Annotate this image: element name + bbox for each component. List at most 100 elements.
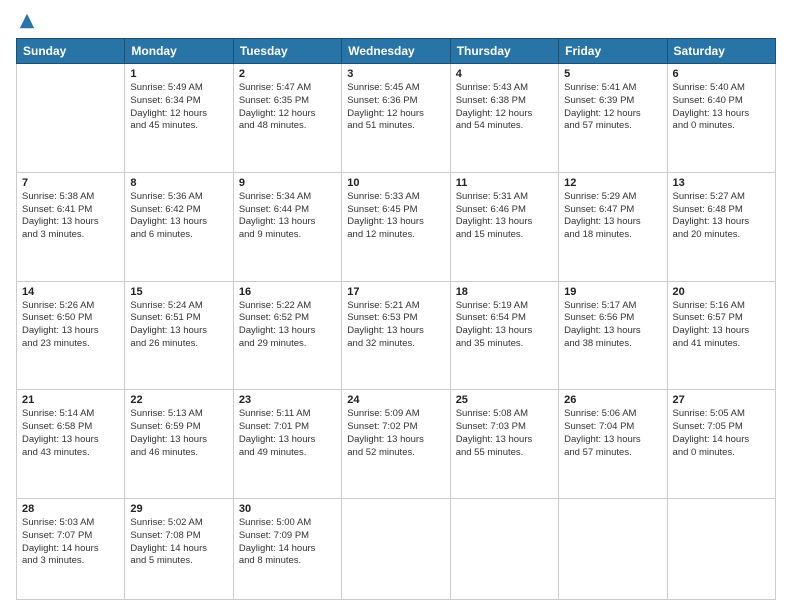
calendar-cell: 2Sunrise: 5:47 AMSunset: 6:35 PMDaylight… bbox=[233, 64, 341, 173]
day-info: Sunrise: 5:45 AMSunset: 6:36 PMDaylight:… bbox=[347, 82, 444, 133]
weekday-header-thursday: Thursday bbox=[450, 39, 558, 64]
weekday-header-sunday: Sunday bbox=[17, 39, 125, 64]
day-info: Sunrise: 5:16 AMSunset: 6:57 PMDaylight:… bbox=[673, 300, 770, 351]
calendar-cell: 26 Sunrise: 5:06 AMSunset: 7:04 PMDayligh… bbox=[559, 390, 667, 499]
day-info: Sunrise: 5:38 AMSunset: 6:41 PMDaylight:… bbox=[22, 191, 119, 242]
calendar-cell: 27 Sunrise: 5:05 AMSunset: 7:05 PMDayligh… bbox=[667, 390, 775, 499]
day-info: Sunrise: 5:17 AMSunset: 6:56 PMDaylight:… bbox=[564, 300, 661, 351]
calendar-cell: 3 Sunrise: 5:45 AMSunset: 6:36 PMDaylight… bbox=[342, 64, 450, 173]
calendar-cell bbox=[559, 499, 667, 600]
calendar-week-5: 28 Sunrise: 5:03 AMSunset: 7:07 PMDayligh… bbox=[17, 499, 776, 600]
day-info: Sunrise: 5:36 AMSunset: 6:42 PMDaylight:… bbox=[130, 191, 227, 242]
day-info: Sunrise: 5:43 AMSunset: 6:38 PMDaylight:… bbox=[456, 82, 553, 133]
calendar-cell: 22 Sunrise: 5:13 AMSunset: 6:59 PMDayligh… bbox=[125, 390, 233, 499]
calendar-cell: 24 Sunrise: 5:09 AMSunset: 7:02 PMDayligh… bbox=[342, 390, 450, 499]
logo bbox=[16, 12, 36, 30]
day-number: 28 bbox=[22, 503, 119, 515]
calendar-cell: 29 Sunrise: 5:02 AMSunset: 7:08 PMDayligh… bbox=[125, 499, 233, 600]
calendar-cell: 16Sunrise: 5:22 AMSunset: 6:52 PMDayligh… bbox=[233, 281, 341, 390]
day-number: 23 bbox=[239, 394, 336, 406]
day-info: Sunrise: 5:27 AMSunset: 6:48 PMDaylight:… bbox=[673, 191, 770, 242]
weekday-header-wednesday: Wednesday bbox=[342, 39, 450, 64]
calendar-cell: 9 Sunrise: 5:34 AMSunset: 6:44 PMDaylight… bbox=[233, 172, 341, 281]
day-info: Sunrise: 5:14 AMSunset: 6:58 PMDaylight:… bbox=[22, 408, 119, 459]
calendar-cell: 28 Sunrise: 5:03 AMSunset: 7:07 PMDayligh… bbox=[17, 499, 125, 600]
day-number: 13 bbox=[673, 177, 770, 189]
day-info: Sunrise: 5:03 AMSunset: 7:07 PMDaylight:… bbox=[22, 517, 119, 568]
calendar-table: SundayMondayTuesdayWednesdayThursdayFrid… bbox=[16, 38, 776, 600]
day-info: Sunrise: 5:33 AMSunset: 6:45 PMDaylight:… bbox=[347, 191, 444, 242]
day-info: Sunrise: 5:13 AMSunset: 6:59 PMDaylight:… bbox=[130, 408, 227, 459]
calendar-cell: 18 Sunrise: 5:19 AMSunset: 6:54 PMDayligh… bbox=[450, 281, 558, 390]
day-number: 6 bbox=[673, 68, 770, 80]
page: SundayMondayTuesdayWednesdayThursdayFrid… bbox=[0, 0, 792, 612]
day-number: 9 bbox=[239, 177, 336, 189]
day-info: Sunrise: 5:22 AMSunset: 6:52 PMDaylight:… bbox=[239, 300, 336, 351]
calendar-cell: 23 Sunrise: 5:11 AMSunset: 7:01 PMDayligh… bbox=[233, 390, 341, 499]
day-info: Sunrise: 5:08 AMSunset: 7:03 PMDaylight:… bbox=[456, 408, 553, 459]
calendar-cell: 7 Sunrise: 5:38 AMSunset: 6:41 PMDaylight… bbox=[17, 172, 125, 281]
day-info: Sunrise: 5:11 AMSunset: 7:01 PMDaylight:… bbox=[239, 408, 336, 459]
day-number: 4 bbox=[456, 68, 553, 80]
day-number: 19 bbox=[564, 286, 661, 298]
day-info: Sunrise: 5:49 AMSunset: 6:34 PMDaylight:… bbox=[130, 82, 227, 133]
calendar-cell: 6Sunrise: 5:40 AMSunset: 6:40 PMDaylight… bbox=[667, 64, 775, 173]
day-info: Sunrise: 5:06 AMSunset: 7:04 PMDaylight:… bbox=[564, 408, 661, 459]
day-number: 26 bbox=[564, 394, 661, 406]
weekday-header-friday: Friday bbox=[559, 39, 667, 64]
calendar-cell: 13 Sunrise: 5:27 AMSunset: 6:48 PMDayligh… bbox=[667, 172, 775, 281]
calendar-week-3: 14Sunrise: 5:26 AMSunset: 6:50 PMDayligh… bbox=[17, 281, 776, 390]
day-info: Sunrise: 5:05 AMSunset: 7:05 PMDaylight:… bbox=[673, 408, 770, 459]
calendar-cell: 17 Sunrise: 5:21 AMSunset: 6:53 PMDayligh… bbox=[342, 281, 450, 390]
day-info: Sunrise: 5:00 AMSunset: 7:09 PMDaylight:… bbox=[239, 517, 336, 568]
day-number: 1 bbox=[130, 68, 227, 80]
calendar-cell: 30 Sunrise: 5:00 AMSunset: 7:09 PMDayligh… bbox=[233, 499, 341, 600]
calendar-cell: 11 Sunrise: 5:31 AMSunset: 6:46 PMDayligh… bbox=[450, 172, 558, 281]
calendar-week-2: 7 Sunrise: 5:38 AMSunset: 6:41 PMDaylight… bbox=[17, 172, 776, 281]
calendar-cell bbox=[450, 499, 558, 600]
day-info: Sunrise: 5:29 AMSunset: 6:47 PMDaylight:… bbox=[564, 191, 661, 242]
day-number: 18 bbox=[456, 286, 553, 298]
calendar-week-1: 1 Sunrise: 5:49 AMSunset: 6:34 PMDaylight… bbox=[17, 64, 776, 173]
weekday-header-saturday: Saturday bbox=[667, 39, 775, 64]
day-number: 14 bbox=[22, 286, 119, 298]
calendar-cell bbox=[667, 499, 775, 600]
day-info: Sunrise: 5:34 AMSunset: 6:44 PMDaylight:… bbox=[239, 191, 336, 242]
weekday-header-row: SundayMondayTuesdayWednesdayThursdayFrid… bbox=[17, 39, 776, 64]
calendar-cell: 20 Sunrise: 5:16 AMSunset: 6:57 PMDayligh… bbox=[667, 281, 775, 390]
day-number: 27 bbox=[673, 394, 770, 406]
calendar-cell: 10 Sunrise: 5:33 AMSunset: 6:45 PMDayligh… bbox=[342, 172, 450, 281]
header bbox=[16, 12, 776, 30]
day-info: Sunrise: 5:21 AMSunset: 6:53 PMDaylight:… bbox=[347, 300, 444, 351]
day-number: 2 bbox=[239, 68, 336, 80]
day-number: 10 bbox=[347, 177, 444, 189]
day-number: 29 bbox=[130, 503, 227, 515]
calendar-cell bbox=[17, 64, 125, 173]
day-info: Sunrise: 5:24 AMSunset: 6:51 PMDaylight:… bbox=[130, 300, 227, 351]
calendar-cell: 21 Sunrise: 5:14 AMSunset: 6:58 PMDayligh… bbox=[17, 390, 125, 499]
day-number: 21 bbox=[22, 394, 119, 406]
calendar-cell: 1 Sunrise: 5:49 AMSunset: 6:34 PMDaylight… bbox=[125, 64, 233, 173]
calendar-cell: 4 Sunrise: 5:43 AMSunset: 6:38 PMDaylight… bbox=[450, 64, 558, 173]
calendar-cell: 12 Sunrise: 5:29 AMSunset: 6:47 PMDayligh… bbox=[559, 172, 667, 281]
day-number: 7 bbox=[22, 177, 119, 189]
day-number: 17 bbox=[347, 286, 444, 298]
day-number: 11 bbox=[456, 177, 553, 189]
calendar-cell: 5Sunrise: 5:41 AMSunset: 6:39 PMDaylight… bbox=[559, 64, 667, 173]
weekday-header-tuesday: Tuesday bbox=[233, 39, 341, 64]
weekday-header-monday: Monday bbox=[125, 39, 233, 64]
calendar-cell: 15Sunrise: 5:24 AMSunset: 6:51 PMDayligh… bbox=[125, 281, 233, 390]
day-number: 30 bbox=[239, 503, 336, 515]
day-number: 24 bbox=[347, 394, 444, 406]
day-info: Sunrise: 5:31 AMSunset: 6:46 PMDaylight:… bbox=[456, 191, 553, 242]
day-number: 20 bbox=[673, 286, 770, 298]
day-number: 5 bbox=[564, 68, 661, 80]
day-info: Sunrise: 5:02 AMSunset: 7:08 PMDaylight:… bbox=[130, 517, 227, 568]
day-info: Sunrise: 5:09 AMSunset: 7:02 PMDaylight:… bbox=[347, 408, 444, 459]
day-number: 22 bbox=[130, 394, 227, 406]
calendar-cell: 25Sunrise: 5:08 AMSunset: 7:03 PMDayligh… bbox=[450, 390, 558, 499]
day-number: 3 bbox=[347, 68, 444, 80]
day-info: Sunrise: 5:19 AMSunset: 6:54 PMDaylight:… bbox=[456, 300, 553, 351]
calendar-cell: 14Sunrise: 5:26 AMSunset: 6:50 PMDayligh… bbox=[17, 281, 125, 390]
day-number: 12 bbox=[564, 177, 661, 189]
